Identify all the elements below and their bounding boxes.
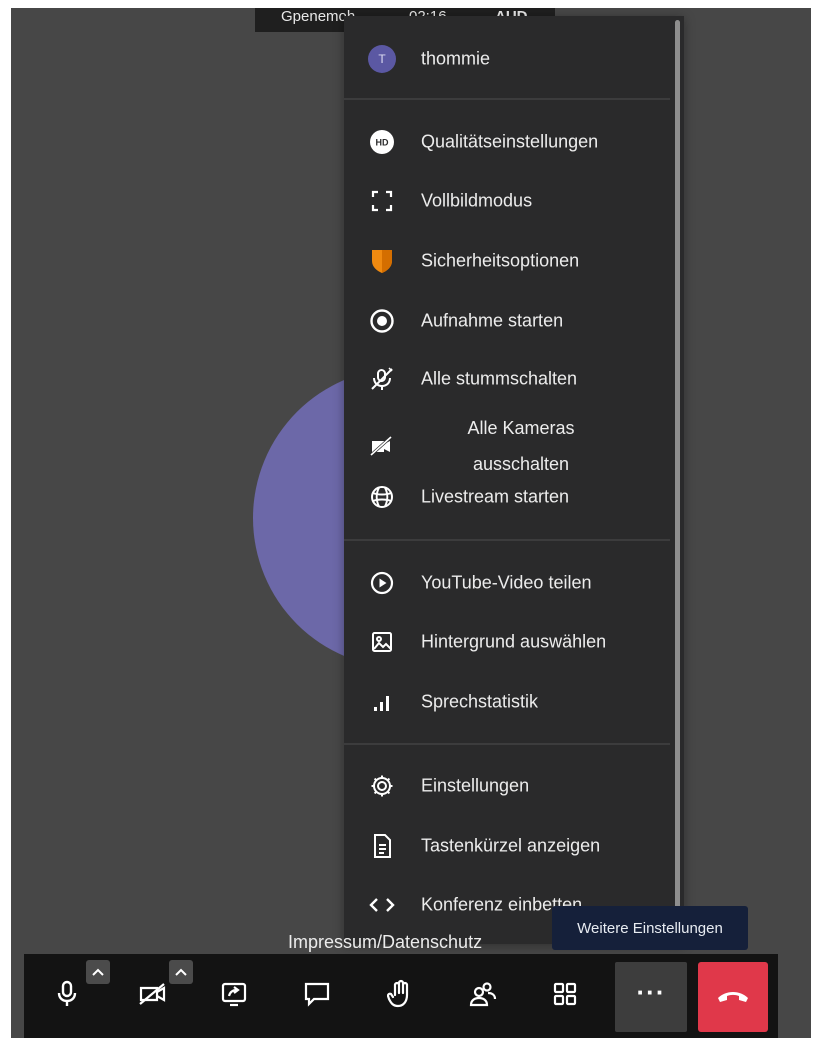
tile-view-icon: [552, 981, 578, 1012]
menu-user-row[interactable]: T thommie: [344, 30, 670, 88]
menu-item-speakerstats[interactable]: Sprechstatistik: [344, 673, 670, 731]
menu-item-record[interactable]: Aufnahme starten: [344, 292, 670, 350]
participants-button[interactable]: [452, 966, 514, 1026]
tile-view-button[interactable]: [534, 966, 596, 1026]
chat-button[interactable]: [286, 966, 348, 1026]
menu-item-label: Aufnahme starten: [421, 310, 564, 331]
chevron-up-icon: [92, 968, 104, 976]
code-icon: [366, 889, 398, 921]
hangup-icon: [715, 985, 751, 1010]
shield-icon: [366, 245, 398, 277]
hangup-button[interactable]: [698, 962, 768, 1032]
chevron-up-icon: [175, 968, 187, 976]
menu-item-fullscreen[interactable]: Vollbildmodus: [344, 172, 670, 230]
user-name: thommie: [421, 48, 491, 69]
menu-divider: [344, 98, 670, 100]
menu-item-livestream[interactable]: Livestream starten: [344, 468, 670, 526]
gear-icon: [366, 770, 398, 802]
fullscreen-icon: [366, 185, 398, 217]
mic-off-icon: [366, 363, 398, 395]
menu-item-label: Livestream starten: [421, 486, 570, 507]
menu-item-label: Tastenkürzel anzeigen: [421, 835, 601, 856]
record-icon: [366, 305, 398, 337]
menu-divider: [344, 743, 670, 745]
chat-icon: [303, 981, 331, 1012]
user-initial: T: [368, 45, 396, 73]
more-options-button[interactable]: ···: [615, 962, 687, 1032]
hd-icon: HD: [366, 126, 398, 158]
microphone-icon: [54, 979, 80, 1014]
participants-icon: [468, 980, 498, 1013]
menu-item-background[interactable]: Hintergrund auswählen: [344, 613, 670, 671]
menu-item-label: YouTube-Video teilen: [421, 572, 592, 593]
image-icon: [366, 626, 398, 658]
menu-item-youtube[interactable]: YouTube-Video teilen: [344, 554, 670, 612]
menu-item-label: Qualitätseinstellungen: [421, 131, 599, 152]
user-avatar: T: [366, 43, 398, 75]
menu-item-shortcuts[interactable]: Tastenkürzel anzeigen: [344, 817, 670, 875]
menu-item-settings[interactable]: Einstellungen: [344, 757, 670, 815]
menu-item-label: Einstellungen: [421, 775, 530, 796]
camera-off-icon: [366, 430, 398, 462]
menu-item-label: Sprechstatistik: [421, 691, 539, 712]
screen-share-icon: [220, 981, 248, 1012]
video-settings-caret[interactable]: [169, 960, 193, 984]
more-icon: ···: [636, 977, 666, 1007]
more-options-tooltip: Weitere Einstellungen: [552, 906, 748, 950]
bar-chart-icon: [366, 686, 398, 718]
document-icon: [366, 830, 398, 862]
svg-text:HD: HD: [376, 138, 389, 148]
camera-off-icon: [137, 980, 169, 1013]
more-options-menu: T thommie HD Qualitätseinstellungen Voll…: [344, 16, 684, 944]
raise-hand-icon: [386, 979, 413, 1014]
menu-scrollbar[interactable]: [675, 20, 680, 920]
impressum-link[interactable]: Impressum/Datenschutz: [288, 932, 482, 953]
raise-hand-button[interactable]: [369, 966, 431, 1026]
globe-icon: [366, 481, 398, 513]
menu-item-label: Sicherheitsoptionen: [421, 250, 580, 271]
menu-item-security[interactable]: Sicherheitsoptionen: [344, 232, 670, 290]
menu-item-mute-all[interactable]: Alle stummschalten: [344, 350, 670, 408]
menu-item-label: Alle stummschalten: [421, 368, 578, 389]
audio-settings-caret[interactable]: [86, 960, 110, 984]
menu-divider: [344, 539, 670, 541]
play-circle-icon: [366, 567, 398, 599]
screen-share-button[interactable]: [203, 966, 265, 1026]
menu-item-label: Vollbildmodus: [421, 190, 533, 211]
menu-item-quality[interactable]: HD Qualitätseinstellungen: [344, 113, 670, 171]
conference-toolbar: ···: [24, 954, 778, 1038]
menu-item-label: Hintergrund auswählen: [421, 631, 607, 652]
